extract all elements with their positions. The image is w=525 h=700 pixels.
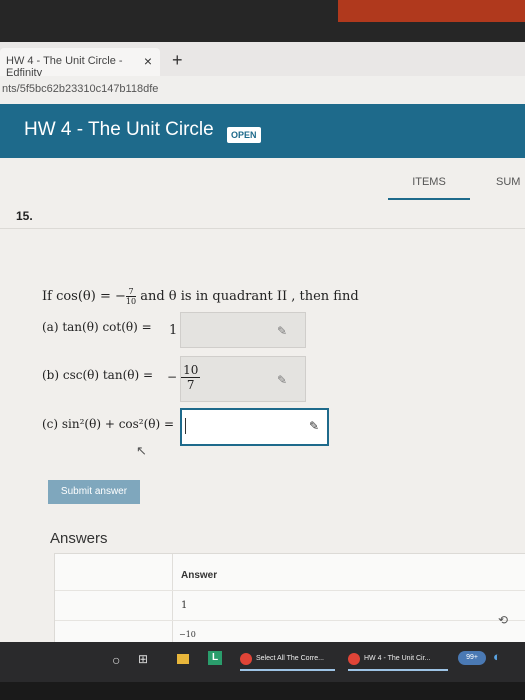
part-b-answer: −10 7	[167, 363, 201, 392]
part-a-answer: 1	[169, 323, 178, 338]
part-c-label: (c) sin²(θ) + cos²(θ) =	[42, 417, 175, 431]
task-view-icon[interactable]: ⊞	[138, 652, 148, 666]
text-caret	[185, 418, 186, 434]
taskbar-app-hw[interactable]: HW 4 - The Unit Cir...	[348, 651, 448, 671]
divider	[0, 228, 525, 229]
status-badge: OPEN	[227, 127, 261, 143]
taskbar-app-label: HW 4 - The Unit Cir...	[364, 655, 431, 662]
orange-panel	[338, 0, 525, 22]
assignment-header: HW 4 - The Unit Circle OPEN	[0, 104, 525, 158]
part-a-answer-box[interactable]: 1 ✎	[169, 312, 306, 348]
chrome-icon	[240, 653, 252, 665]
column-divider	[172, 554, 173, 643]
submit-answer-button[interactable]: Submit answer	[48, 480, 140, 504]
start-icon[interactable]: ○	[112, 652, 120, 668]
part-b-den: 7	[186, 378, 195, 392]
address-text: nts/5f5bc62b23310c147b118dfe	[2, 83, 159, 95]
row-divider	[55, 620, 525, 621]
part-c-answer-input[interactable]: ✎	[180, 408, 329, 446]
answer-column-header: Answer	[181, 570, 218, 581]
tab-summary[interactable]: SUM	[496, 176, 520, 188]
refresh-icon[interactable]: ⟲	[498, 613, 508, 627]
top-bezel	[0, 0, 525, 42]
pencil-icon[interactable]: ✎	[309, 419, 319, 433]
answers-heading: Answers	[50, 530, 108, 547]
main-content: ITEMS SUM 15. If cos(θ) = −7 10 and θ is …	[0, 158, 525, 644]
folder-icon[interactable]	[177, 654, 189, 664]
table-row: 1	[181, 600, 188, 611]
app-l-icon[interactable]: L	[208, 651, 222, 665]
pencil-icon[interactable]: ✎	[277, 373, 287, 387]
prompt-fraction: 7 10	[125, 287, 137, 306]
taskbar-app-label: Select All The Corre...	[256, 655, 324, 662]
prompt-start: If cos(θ) = −	[42, 289, 126, 304]
browser-tabbar: HW 4 - The Unit Circle - Edfinity × +	[0, 42, 525, 79]
part-a-label: (a) tan(θ) cot(θ) =	[42, 320, 152, 334]
part-b-answer-box[interactable]: −10 7 ✎	[167, 356, 306, 402]
prompt-fraction-den: 10	[125, 297, 137, 306]
chrome-icon	[348, 653, 360, 665]
row-divider	[55, 590, 525, 591]
bottom-bezel	[0, 682, 525, 700]
table-row: −10	[179, 630, 196, 639]
taskbar-app-select[interactable]: Select All The Corre...	[240, 651, 335, 671]
browser-icon[interactable]: ◐	[493, 649, 501, 664]
part-b-label: (b) csc(θ) tan(θ) =	[42, 368, 154, 382]
part-b-num: 10	[181, 363, 201, 378]
taskbar: ○ ⊞ L Select All The Corre... HW 4 - The…	[0, 642, 525, 682]
pencil-icon[interactable]: ✎	[277, 324, 287, 338]
notification-badge[interactable]: 99+	[458, 651, 486, 665]
part-b-sign: −	[167, 370, 178, 384]
close-icon[interactable]: ×	[144, 53, 152, 69]
question-prompt: If cos(θ) = −7 10 and θ is in quadrant II…	[42, 287, 359, 306]
mouse-pointer-icon: ↖	[136, 443, 147, 458]
part-b-fraction: 10 7	[181, 363, 201, 392]
question-number: 15.	[16, 209, 33, 223]
new-tab-button[interactable]: +	[172, 50, 183, 71]
browser-tab[interactable]: HW 4 - The Unit Circle - Edfinity ×	[0, 48, 160, 79]
tab-items[interactable]: ITEMS	[388, 176, 470, 200]
page-title: HW 4 - The Unit Circle	[24, 119, 214, 140]
prompt-fraction-num: 7	[125, 287, 137, 297]
answers-table: Answer 1 −10	[54, 553, 525, 644]
address-bar[interactable]: nts/5f5bc62b23310c147b118dfe	[0, 76, 525, 105]
prompt-end: and θ is in quadrant II , then find	[140, 289, 359, 304]
